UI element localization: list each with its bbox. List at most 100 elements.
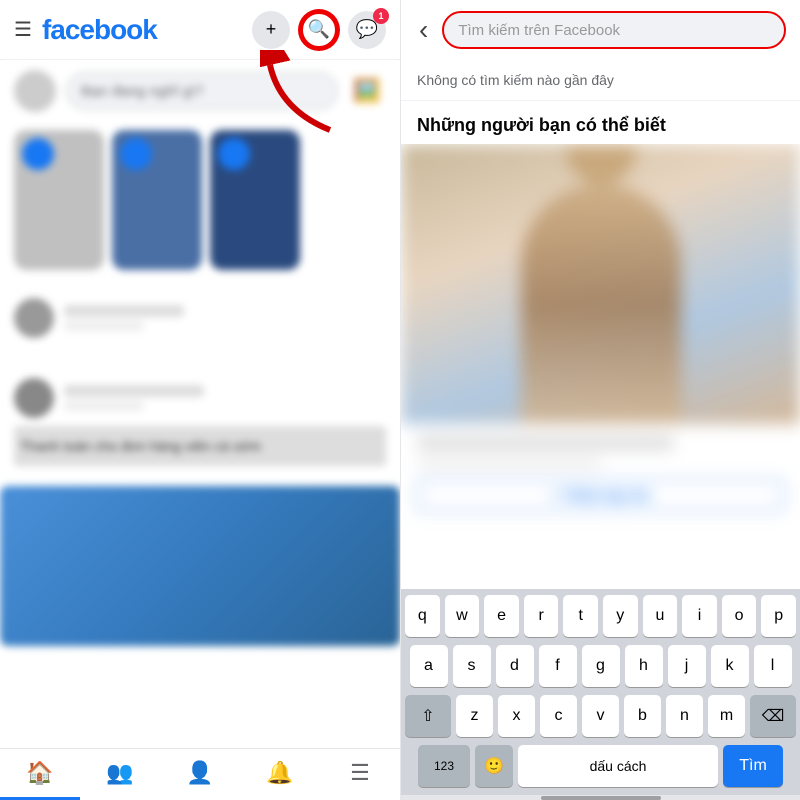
feed-post-2: Thanh toán cho đơn hàng viên cá sớm xyxy=(0,366,400,486)
people-section-title: Những người bạn có thể biết xyxy=(401,101,800,144)
post-avatar-1 xyxy=(14,298,54,338)
post-text-2: Thanh toán cho đơn hàng viên cá sớm xyxy=(14,426,386,466)
left-bottom-nav: 🏠 👥 👤 🔔 ☰ xyxy=(0,748,400,800)
story-avatar-1 xyxy=(22,138,54,170)
nav-menu[interactable]: ☰ xyxy=(320,749,400,800)
photo-icon[interactable]: 🖼️ xyxy=(348,72,386,110)
suggestion-mutual-placeholder xyxy=(417,458,601,469)
key-l[interactable]: l xyxy=(754,645,792,687)
post-image-wrapper xyxy=(0,486,400,646)
keyboard-row-2: a s d f g h j k l xyxy=(405,645,796,687)
key-p[interactable]: p xyxy=(761,595,796,637)
numbers-key[interactable]: 123 xyxy=(418,745,470,787)
status-bar: Bạn đang nghĩ gì? 🖼️ xyxy=(0,60,400,122)
left-feed-content: Bạn đang nghĩ gì? 🖼️ xyxy=(0,60,400,748)
facebook-logo: facebook xyxy=(42,14,157,46)
messenger-button[interactable]: 💬 1 xyxy=(348,11,386,49)
nav-home[interactable]: 🏠 xyxy=(0,749,80,800)
search-button[interactable]: 🔍 xyxy=(300,11,338,49)
suggestion-image xyxy=(401,144,800,424)
key-n[interactable]: n xyxy=(666,695,703,737)
key-s[interactable]: s xyxy=(453,645,491,687)
add-friend-button[interactable]: + Thêm bạn bè xyxy=(417,479,784,511)
status-input[interactable]: Bạn đang nghĩ gì? xyxy=(66,72,338,110)
suggestion-info-row: + Thêm bạn bè xyxy=(401,424,800,523)
left-header: ☰ facebook + 🔍 💬 1 xyxy=(0,0,400,60)
post-image xyxy=(0,486,400,646)
right-header: ‹ Tìm kiếm trên Facebook xyxy=(401,0,800,60)
key-d[interactable]: d xyxy=(496,645,534,687)
story-avatar-3 xyxy=(218,138,250,170)
suggestion-name-placeholder xyxy=(417,436,674,450)
key-a[interactable]: a xyxy=(410,645,448,687)
keyboard-row-1: q w e r t y u i o p xyxy=(405,595,796,637)
key-i[interactable]: i xyxy=(682,595,717,637)
left-header-right: + 🔍 💬 1 xyxy=(252,11,386,49)
key-g[interactable]: g xyxy=(582,645,620,687)
no-recent-label: Không có tìm kiếm nào gần đây xyxy=(401,60,800,101)
nav-bell[interactable]: 🔔 xyxy=(240,749,320,800)
left-header-left: ☰ facebook xyxy=(14,14,157,46)
post-author-time-2 xyxy=(64,401,144,411)
messenger-icon: 💬 xyxy=(356,19,378,40)
suggestion-card xyxy=(401,144,800,424)
post-author-row xyxy=(14,298,386,338)
hamburger-icon[interactable]: ☰ xyxy=(14,17,32,42)
key-r[interactable]: r xyxy=(524,595,559,637)
post-author-name xyxy=(64,305,184,317)
key-e[interactable]: e xyxy=(484,595,519,637)
nav-friends[interactable]: 👥 xyxy=(80,749,160,800)
key-w[interactable]: w xyxy=(445,595,480,637)
key-z[interactable]: z xyxy=(456,695,493,737)
key-u[interactable]: u xyxy=(643,595,678,637)
add-button[interactable]: + xyxy=(252,11,290,49)
key-f[interactable]: f xyxy=(539,645,577,687)
post-author-row-2 xyxy=(14,378,386,418)
home-indicator xyxy=(401,795,800,800)
key-t[interactable]: t xyxy=(563,595,598,637)
keyboard-row-3: ⇧ z x c v b n m ⌫ xyxy=(405,695,796,737)
delete-key[interactable]: ⌫ xyxy=(750,695,796,737)
key-y[interactable]: y xyxy=(603,595,638,637)
post-author-name-2 xyxy=(64,385,204,397)
key-k[interactable]: k xyxy=(711,645,749,687)
search-input-box[interactable]: Tìm kiếm trên Facebook xyxy=(442,11,786,49)
home-bar xyxy=(541,796,661,800)
messenger-badge: 1 xyxy=(373,8,389,24)
post-author-time xyxy=(64,321,144,331)
key-o[interactable]: o xyxy=(722,595,757,637)
post-author-info xyxy=(64,305,386,331)
back-button[interactable]: ‹ xyxy=(415,10,432,50)
person-head xyxy=(566,144,636,184)
key-h[interactable]: h xyxy=(625,645,663,687)
space-key[interactable]: dấu cách xyxy=(518,745,718,787)
key-m[interactable]: m xyxy=(708,695,745,737)
post-author-info-2 xyxy=(64,385,386,411)
suggestion-blurred: + Thêm bạn bè xyxy=(401,144,800,589)
story-card-1[interactable] xyxy=(14,130,104,270)
left-panel: ☰ facebook + 🔍 💬 1 Bạn đang nghĩ gì? 🖼️ xyxy=(0,0,400,800)
emoji-key[interactable]: 🙂 xyxy=(475,745,513,787)
suggestion-area: + Thêm bạn bè xyxy=(401,144,800,589)
story-card-3[interactable] xyxy=(210,130,300,270)
right-panel: ‹ Tìm kiếm trên Facebook Không có tìm ki… xyxy=(400,0,800,800)
story-card-2[interactable] xyxy=(112,130,202,270)
key-x[interactable]: x xyxy=(498,695,535,737)
search-placeholder: Tìm kiếm trên Facebook xyxy=(458,22,620,39)
key-b[interactable]: b xyxy=(624,695,661,737)
keyboard-row-4: 123 🙂 dấu cách Tìm xyxy=(405,745,796,787)
feed-post-1 xyxy=(0,286,400,358)
user-avatar xyxy=(14,70,56,112)
key-v[interactable]: v xyxy=(582,695,619,737)
key-c[interactable]: c xyxy=(540,695,577,737)
keyboard: q w e r t y u i o p a s d f g h j k l ⇧ … xyxy=(401,589,800,795)
key-q[interactable]: q xyxy=(405,595,440,637)
nav-profile[interactable]: 👤 xyxy=(160,749,240,800)
shift-key[interactable]: ⇧ xyxy=(405,695,451,737)
story-avatar-2 xyxy=(120,138,152,170)
return-key[interactable]: Tìm xyxy=(723,745,783,787)
story-row xyxy=(0,122,400,278)
status-placeholder: Bạn đang nghĩ gì? xyxy=(81,83,204,100)
post-avatar-2 xyxy=(14,378,54,418)
key-j[interactable]: j xyxy=(668,645,706,687)
